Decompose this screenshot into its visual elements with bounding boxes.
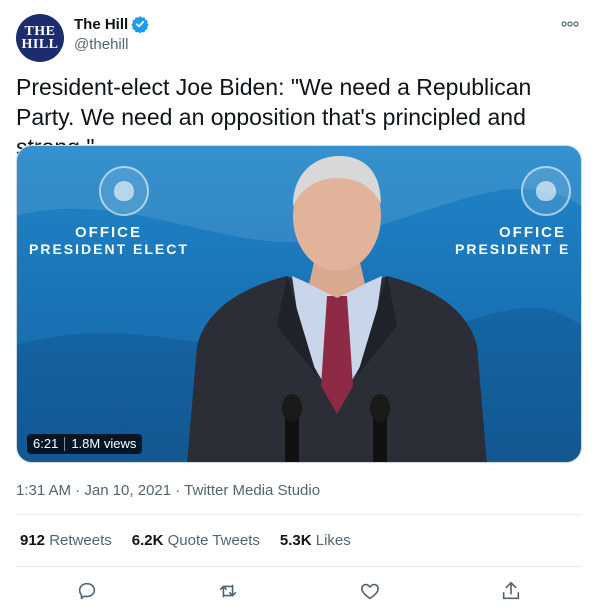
- avatar-text-line1: THE: [24, 23, 56, 39]
- divider-bottom: [16, 566, 582, 567]
- avatar[interactable]: THE HILL: [16, 14, 64, 62]
- display-name[interactable]: The Hill: [74, 16, 128, 33]
- presidential-seal-right-icon: [521, 166, 571, 216]
- backdrop-text-right-line1: OFFICE: [499, 224, 566, 241]
- backdrop-text-left-line1: OFFICE: [75, 224, 142, 241]
- quote-tweets-count: 6.2K: [131, 532, 164, 549]
- action-bar: [16, 578, 582, 604]
- share-icon[interactable]: [499, 579, 523, 603]
- speaker-figure: [187, 156, 487, 462]
- quote-tweets-stat[interactable]: 6.2K Quote Tweets: [132, 532, 260, 549]
- avatar-text-line2: HILL: [21, 37, 59, 52]
- video-player[interactable]: OFFICE PRESIDENT ELECT OFFICE PRESIDENT …: [16, 145, 582, 463]
- more-options-icon[interactable]: [558, 16, 582, 32]
- verified-badge-icon: [131, 15, 149, 33]
- divider-top: [16, 514, 582, 515]
- user-block: The Hill @thehill: [74, 15, 149, 53]
- likes-count: 5.3K: [279, 532, 312, 549]
- video-duration: 6:21: [33, 436, 59, 451]
- retweets-count: 912: [20, 532, 46, 549]
- tweet-header: THE HILL The Hill @thehill: [16, 12, 582, 64]
- engagement-stats: 912 Retweets 6.2K Quote Tweets 5.3K Like…: [20, 532, 371, 549]
- handle[interactable]: @thehill: [74, 36, 149, 53]
- retweets-stat[interactable]: 912 Retweets: [20, 532, 112, 549]
- retweet-icon[interactable]: [216, 579, 240, 603]
- likes-stat[interactable]: 5.3K Likes: [280, 532, 351, 549]
- video-info-badge: 6:21 1.8M views: [27, 434, 143, 454]
- tweet-meta[interactable]: 1:31 AM · Jan 10, 2021 · Twitter Media S…: [16, 482, 320, 499]
- video-views: 1.8M views: [71, 436, 137, 451]
- presidential-seal-left-icon: [99, 166, 149, 216]
- like-icon[interactable]: [358, 579, 382, 603]
- quote-tweets-label: Quote Tweets: [167, 532, 260, 549]
- retweets-label: Retweets: [49, 532, 112, 549]
- backdrop-text-left-line2: PRESIDENT ELECT: [29, 241, 189, 257]
- reply-icon[interactable]: [75, 579, 99, 603]
- likes-label: Likes: [315, 532, 351, 549]
